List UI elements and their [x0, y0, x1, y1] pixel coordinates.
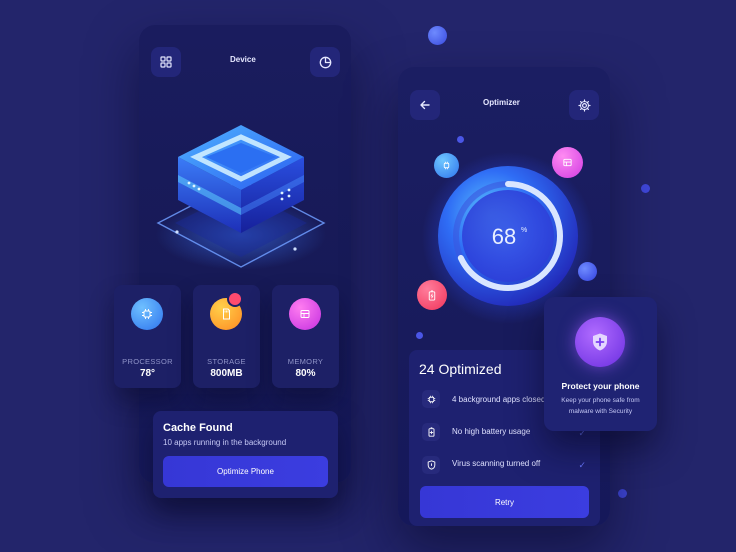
stat-value: 800MB — [210, 368, 243, 379]
decor-dot — [641, 184, 650, 193]
stat-value: 78° — [139, 368, 156, 379]
protect-description: Keep your phone safe from malware with S… — [561, 397, 640, 415]
chip-icon — [142, 309, 152, 319]
cache-card: Cache Found 10 apps running in the backg… — [153, 411, 338, 498]
notification-badge — [229, 293, 241, 305]
stat-card-processor[interactable]: PROCESSOR 78° — [114, 285, 181, 388]
app-bubble-memory — [552, 147, 583, 178]
sd-card-icon — [223, 308, 230, 320]
processor-icon-ball — [131, 298, 163, 330]
gauge-unit: % — [521, 227, 527, 234]
memory-icon — [563, 158, 572, 167]
cache-subtitle: 10 apps running in the background — [163, 438, 287, 447]
chip-icon — [427, 395, 435, 403]
stat-label: MEMORY — [287, 357, 324, 366]
shield-icon — [427, 460, 435, 470]
shield-plus-icon — [593, 333, 607, 351]
settings-button[interactable] — [569, 90, 599, 120]
cache-title: Cache Found — [163, 422, 233, 434]
battery-icon — [428, 289, 436, 301]
optimized-item: Virus scanning turned off — [452, 459, 541, 468]
optimized-item: No high battery usage — [452, 427, 531, 436]
battery-icon — [428, 427, 434, 437]
retry-button[interactable]: Retry — [420, 486, 589, 518]
grid-menu-button[interactable] — [151, 47, 181, 77]
protect-card[interactable]: Protect your phone Keep your phone safe … — [544, 297, 657, 431]
decor-dot — [416, 332, 423, 339]
app-bubble-battery — [417, 280, 447, 310]
page-title: Optimizer — [483, 98, 520, 107]
check-icon: ✓ — [578, 460, 586, 470]
gauge-value: 68 — [492, 224, 516, 249]
stat-value: 80% — [295, 368, 316, 379]
pie-chart-icon — [319, 56, 331, 68]
stats-button[interactable] — [310, 47, 340, 77]
gear-icon — [577, 98, 591, 112]
decor-dot — [428, 26, 447, 45]
app-bubble-cpu — [434, 153, 459, 178]
arrow-left-icon — [420, 100, 430, 110]
back-button[interactable] — [410, 90, 440, 120]
row-icon — [422, 390, 440, 408]
decor-dot — [457, 136, 464, 143]
device-illustration — [156, 125, 326, 270]
decor-dot — [578, 262, 597, 281]
optimize-phone-button[interactable]: Optimize Phone — [163, 456, 328, 487]
shield-badge — [575, 317, 625, 367]
optimized-title: 24 Optimized — [419, 361, 502, 377]
optimized-item: 4 background apps closed — [452, 395, 546, 404]
stat-label: STORAGE — [207, 357, 246, 366]
chip-icon — [443, 161, 450, 170]
memory-icon-ball — [289, 298, 321, 330]
decor-dot — [618, 489, 627, 498]
stat-label: PROCESSOR — [122, 357, 173, 366]
grid-icon — [160, 56, 172, 68]
page-title: Device — [230, 55, 256, 64]
row-icon — [422, 456, 440, 474]
row-icon — [422, 423, 440, 441]
memory-icon — [300, 310, 310, 318]
stat-card-storage[interactable]: STORAGE 800MB — [193, 285, 260, 388]
stat-card-memory[interactable]: MEMORY 80% — [272, 285, 339, 388]
protect-title: Protect your phone — [561, 381, 640, 391]
